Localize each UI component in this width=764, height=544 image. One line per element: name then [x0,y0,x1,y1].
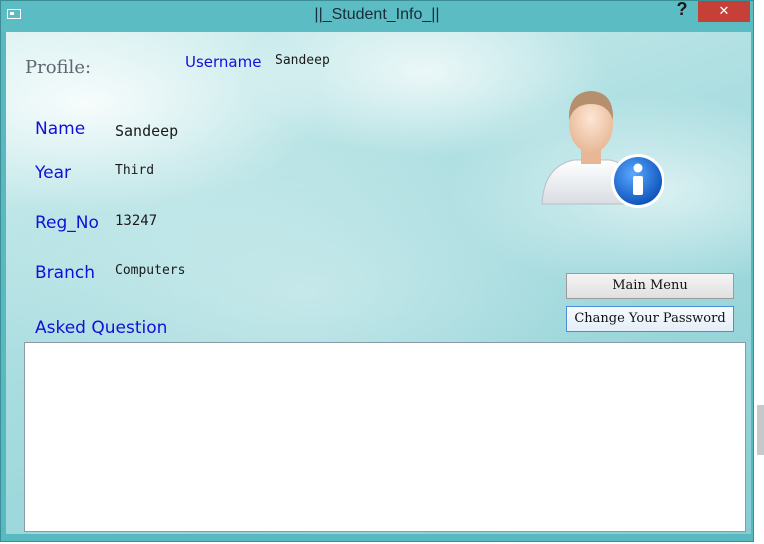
main-menu-button[interactable]: Main Menu [566,273,734,299]
branch-label: Branch [35,263,95,283]
background-scrollbar [757,405,764,455]
name-value: Sandeep [115,122,179,140]
title-bar[interactable]: ||_Student_Info_|| ? ✕ [1,0,753,32]
window-title: ||_Student_Info_|| [314,6,440,23]
year-label: Year [35,163,71,183]
name-label: Name [35,119,86,139]
client-area: Profile: Username Sandeep Name Sandeep Y… [6,32,751,534]
username-label: Username [185,53,262,71]
close-button[interactable]: ✕ [698,1,750,22]
help-button[interactable]: ? [672,0,692,23]
asked-question-label: Asked Question [35,318,168,338]
year-value: Third [115,163,155,178]
profile-heading: Profile: [25,57,92,78]
branch-value: Computers [115,263,186,278]
student-info-window: ||_Student_Info_|| ? ✕ Profile: Username… [0,0,754,542]
reg-no-label: Reg_No [35,213,99,233]
username-value: Sandeep [275,53,330,68]
asked-question-textarea[interactable] [24,342,746,532]
change-password-button[interactable]: Change Your Password [566,306,734,332]
user-info-icon [541,91,664,208]
reg-no-value: 13247 [115,213,158,229]
